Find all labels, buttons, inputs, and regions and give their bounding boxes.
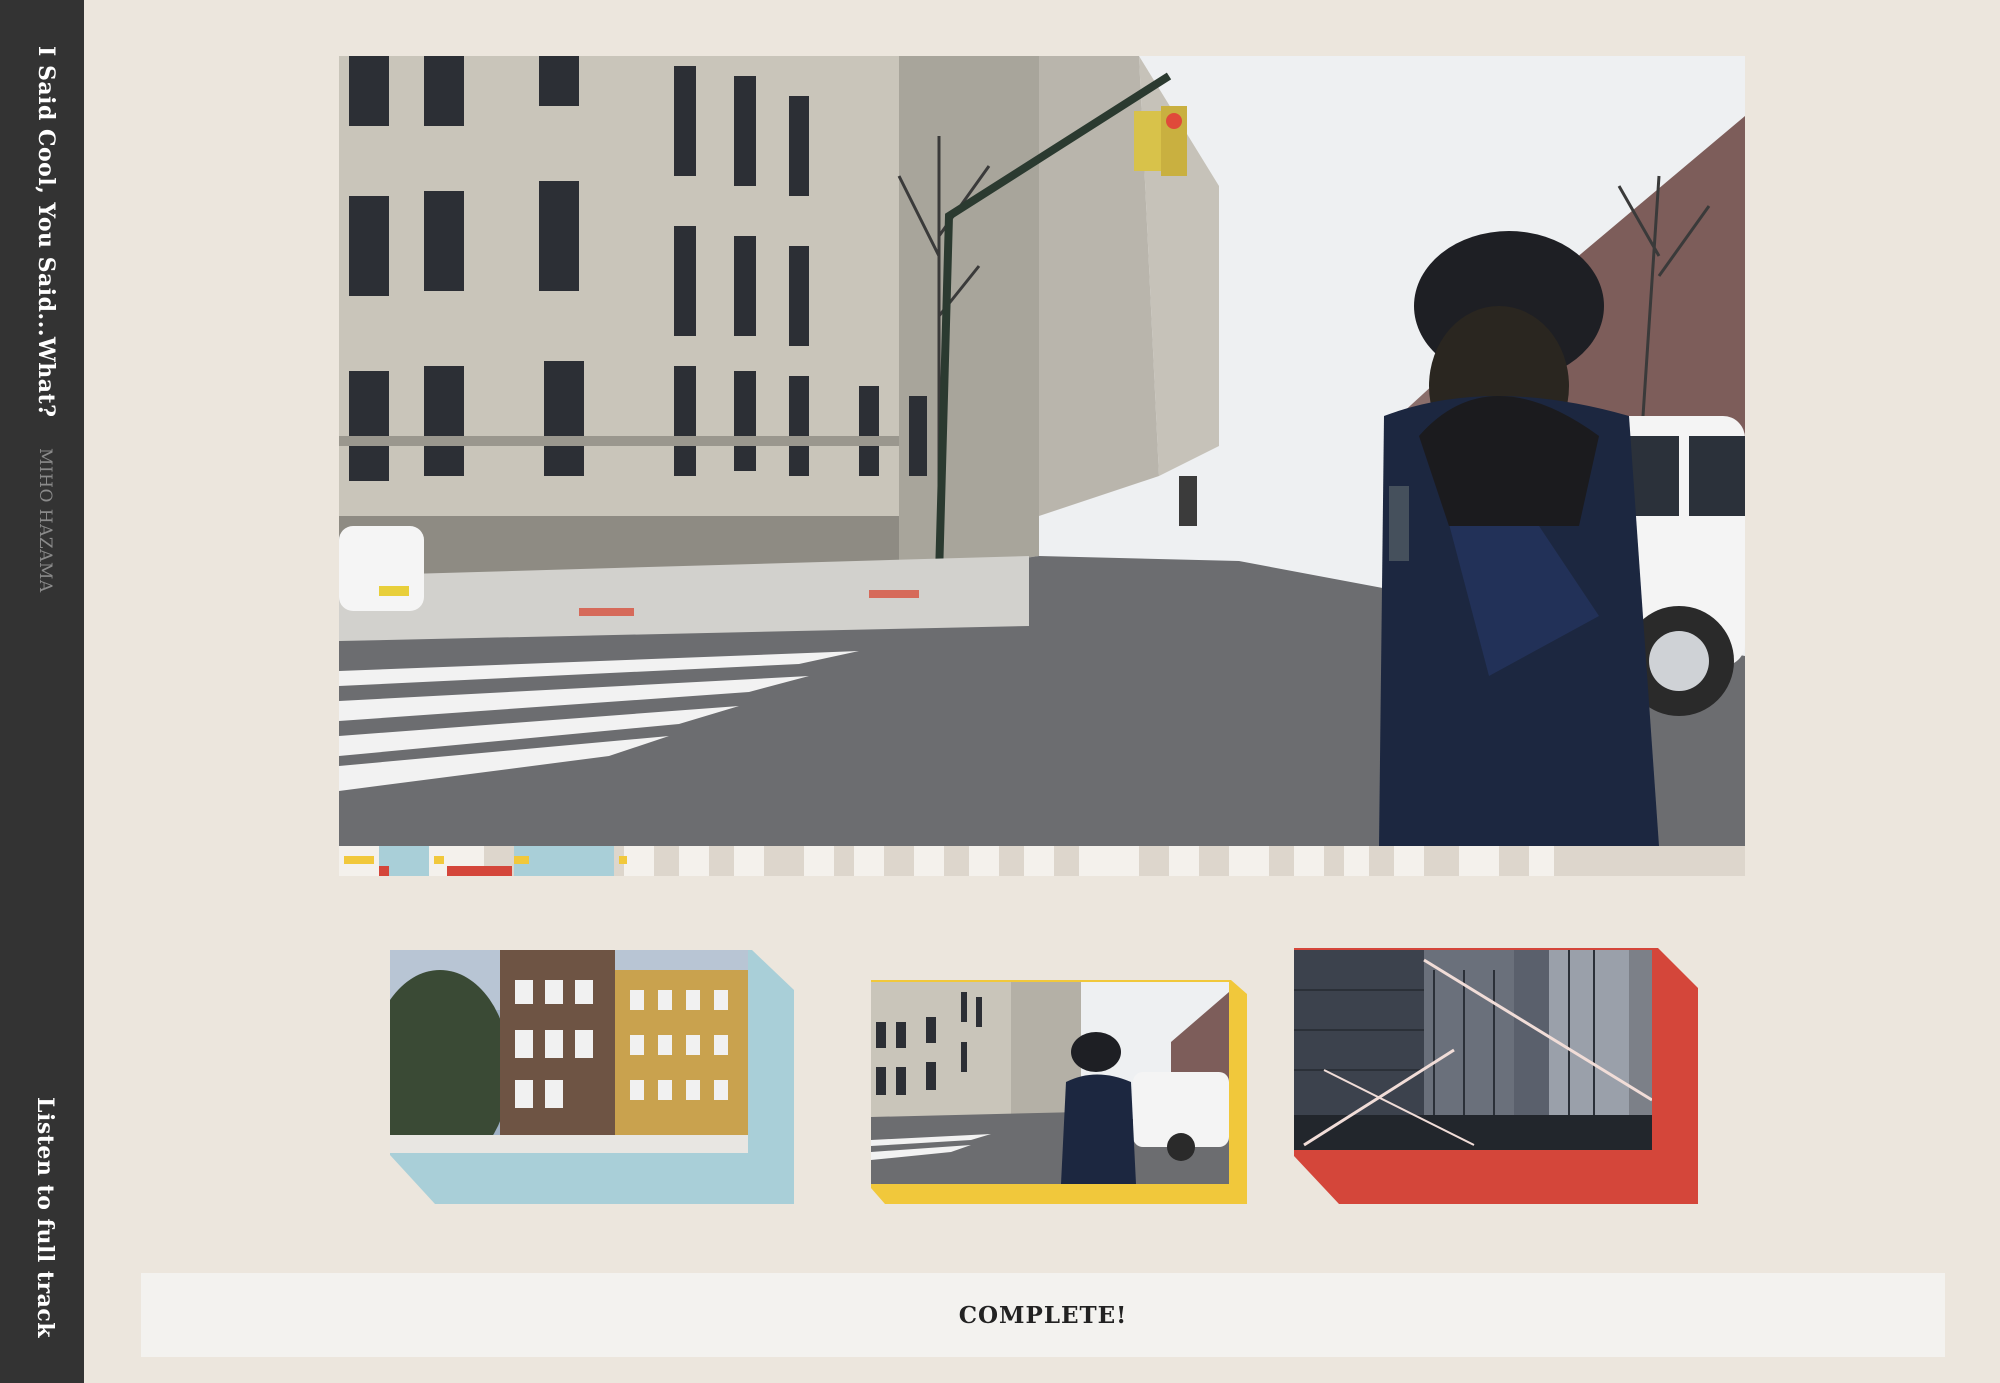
progress-segment (1424, 846, 1459, 876)
progress-segment (1269, 846, 1294, 876)
progress-segment (944, 846, 969, 876)
song-title: I Said Cool, You Said...What? (33, 46, 59, 418)
progress-accent (379, 866, 389, 876)
progress-segment (1024, 846, 1054, 876)
sidebar: I Said Cool, You Said...What? MIHO HAZAM… (0, 0, 84, 1383)
skyscraper-image (1294, 950, 1652, 1150)
progress-segment (654, 846, 679, 876)
skyscraper-thumb[interactable] (1294, 948, 1698, 1204)
complete-label: COMPLETE! (958, 1301, 1128, 1329)
progress-segment (1324, 846, 1344, 876)
track-progress-bar[interactable] (339, 846, 1745, 876)
buildings-thumb[interactable] (390, 950, 794, 1204)
main-video[interactable] (339, 56, 1745, 846)
progress-accent (344, 856, 374, 864)
progress-segment (624, 846, 654, 876)
progress-segment (764, 846, 804, 876)
progress-accent (434, 856, 444, 864)
progress-segment (1459, 846, 1499, 876)
progress-segment (1394, 846, 1424, 876)
progress-segment (1169, 846, 1199, 876)
progress-segment (1369, 846, 1394, 876)
progress-segment (834, 846, 854, 876)
progress-segment (1229, 846, 1269, 876)
buildings-image (390, 950, 748, 1153)
progress-segment (1199, 846, 1229, 876)
complete-status-bar: COMPLETE! (141, 1273, 1945, 1357)
listen-full-track-link[interactable]: Listen to full track (32, 1097, 58, 1338)
progress-segment (1139, 846, 1169, 876)
progress-segment (914, 846, 944, 876)
progress-segment (1054, 846, 1079, 876)
progress-segment (734, 846, 764, 876)
street-scene-photo (339, 56, 1745, 846)
street-image (871, 982, 1229, 1184)
progress-accent (447, 866, 512, 876)
progress-segment (969, 846, 999, 876)
progress-segment (1529, 846, 1554, 876)
progress-segment (999, 846, 1024, 876)
progress-segment (884, 846, 909, 876)
progress-segment (804, 846, 834, 876)
street-thumb[interactable] (871, 980, 1247, 1204)
progress-segment (1294, 846, 1324, 876)
progress-segment (1079, 846, 1139, 876)
progress-segment (1554, 846, 1704, 876)
artist-name: MIHO HAZAMA (35, 448, 55, 593)
progress-segment (514, 846, 614, 876)
progress-accent (514, 856, 529, 864)
progress-segment (854, 846, 884, 876)
progress-segment (709, 846, 734, 876)
progress-accent (619, 856, 627, 864)
progress-segment (1344, 846, 1369, 876)
progress-segment (679, 846, 709, 876)
